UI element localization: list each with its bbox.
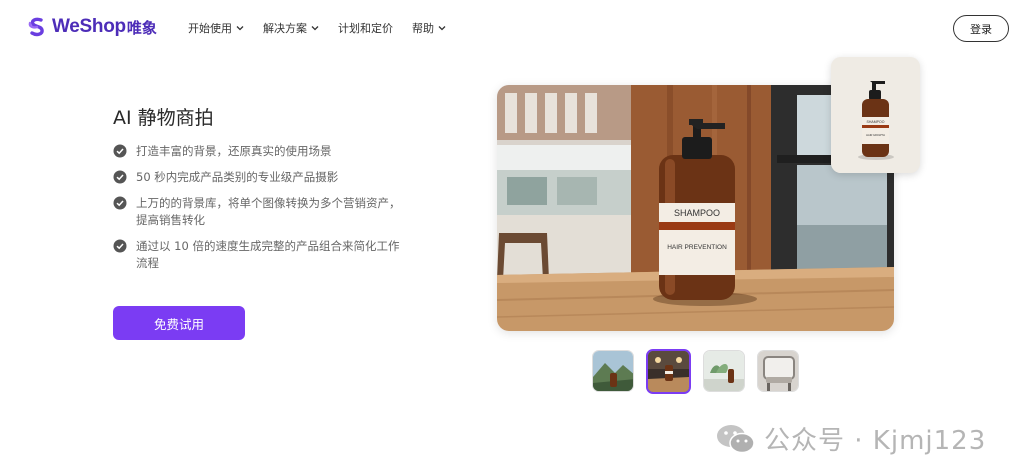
menu-item-help[interactable]: 帮助	[412, 20, 446, 36]
bottle-label-top: SHAMPOO	[674, 208, 720, 218]
source-product-illustration: SHAMPOO HAIR GROWTH	[831, 57, 920, 173]
page-title: AI 静物商拍	[113, 107, 214, 129]
chevron-down-icon	[311, 26, 319, 31]
check-circle-icon	[113, 239, 127, 253]
main-menu: 开始使用 解决方案 计划和定价 帮助	[188, 20, 465, 36]
logo-text: WeShop	[52, 16, 126, 37]
bottle-label-mid: HAIR PREVENTION	[667, 244, 727, 251]
bathroom-thumbnail-image	[648, 351, 689, 392]
source-product-thumbnail: SHAMPOO HAIR GROWTH	[831, 57, 920, 173]
feature-item: 打造丰富的背景，还原真实的使用场景	[113, 143, 403, 160]
feature-item: 上万的的背景库，将单个图像转换为多个营销资产，提高销售转化	[113, 195, 403, 229]
source-label-top: SHAMPOO	[867, 120, 885, 124]
thumbnail-plant[interactable]	[703, 350, 745, 392]
feature-list: 打造丰富的背景，还原真实的使用场景 50 秒内完成产品类别的专业级产品摄影 上万…	[113, 143, 403, 281]
feature-text: 50 秒内完成产品类别的专业级产品摄影	[136, 170, 339, 184]
chevron-down-icon	[438, 26, 446, 31]
menu-item-label: 开始使用	[188, 22, 232, 35]
plant-thumbnail-image	[704, 351, 744, 391]
watermark: 公众号 · Kjmj123	[716, 420, 986, 457]
feature-text: 通过以 10 倍的速度生成完整的产品组合来简化工作流程	[136, 239, 400, 270]
watermark-text: 公众号 · Kjmj123	[764, 426, 987, 456]
menu-item-solutions[interactable]: 解决方案	[263, 20, 319, 36]
check-circle-icon	[113, 170, 127, 184]
mountain-thumbnail-image	[593, 351, 633, 391]
weshop-logo-icon	[28, 17, 44, 37]
menu-item-get-started[interactable]: 开始使用	[188, 20, 244, 36]
chair-thumbnail-image	[758, 351, 798, 391]
check-circle-icon	[113, 144, 127, 158]
thumbnail-mountain[interactable]	[592, 350, 634, 392]
feature-item: 通过以 10 倍的速度生成完整的产品组合来简化工作流程	[113, 238, 403, 272]
menu-item-label: 解决方案	[263, 22, 307, 35]
free-trial-button[interactable]: 免费试用	[113, 306, 245, 340]
chevron-down-icon	[236, 26, 244, 31]
login-button[interactable]: 登录	[953, 15, 1009, 42]
feature-item: 50 秒内完成产品类别的专业级产品摄影	[113, 169, 403, 186]
source-label-mid: HAIR GROWTH	[866, 133, 885, 137]
top-navbar: WeShop 唯象 开始使用 解决方案 计划和定价 帮助 登录	[0, 0, 1024, 56]
logo[interactable]: WeShop 唯象	[26, 16, 157, 38]
thumbnail-chair[interactable]	[757, 350, 799, 392]
scene-thumbnails	[592, 349, 811, 394]
wechat-icon	[717, 424, 755, 453]
logo-cn-text: 唯象	[126, 18, 157, 37]
check-circle-icon	[113, 196, 127, 210]
menu-item-label: 帮助	[412, 22, 434, 35]
feature-text: 上万的的背景库，将单个图像转换为多个营销资产，提高销售转化	[136, 196, 401, 227]
feature-text: 打造丰富的背景，还原真实的使用场景	[136, 144, 332, 158]
menu-item-label: 计划和定价	[338, 22, 393, 35]
thumbnail-bathroom-active[interactable]	[646, 349, 691, 394]
menu-item-pricing[interactable]: 计划和定价	[338, 20, 393, 36]
